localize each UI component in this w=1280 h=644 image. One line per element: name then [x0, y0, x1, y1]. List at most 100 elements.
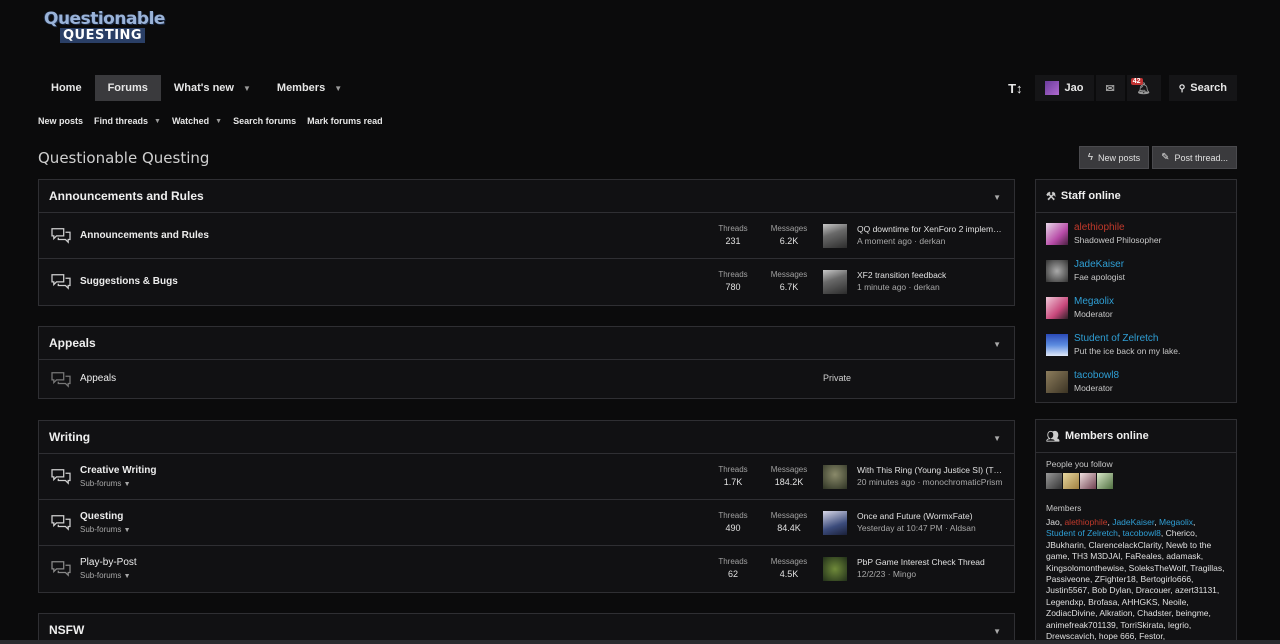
tab-forums[interactable]: Forums: [94, 75, 161, 101]
subforums-toggle[interactable]: Sub-forums ▼: [80, 525, 131, 534]
staff-name[interactable]: Megaolix: [1074, 296, 1114, 308]
forum-node[interactable]: Questing Sub-forums ▼ Threads 490 Message…: [39, 500, 1014, 546]
horizontal-scrollbar[interactable]: [0, 640, 1280, 644]
stat-label: Threads: [718, 557, 748, 566]
forum-title[interactable]: Announcements and Rules: [80, 230, 209, 241]
forum-node[interactable]: Play-by-Post Sub-forums ▼ Threads 62 Mess…: [39, 546, 1014, 592]
forum-title[interactable]: Suggestions & Bugs: [80, 276, 178, 287]
member-link[interactable]: tacobowl8: [1123, 528, 1161, 538]
collapse-icon[interactable]: ▼: [993, 627, 1001, 636]
chevron-down-icon[interactable]: ▼: [215, 118, 222, 125]
post-thread-button[interactable]: ✎ Post thread...: [1152, 146, 1237, 169]
category-header[interactable]: Writing ▼: [39, 421, 1014, 454]
alerts-button[interactable]: 🔔︎ 42: [1126, 75, 1161, 101]
collapse-icon[interactable]: ▼: [993, 193, 1001, 202]
avatar[interactable]: [823, 270, 847, 294]
stat-value: 6.7K: [779, 282, 799, 292]
member-links[interactable]: Cherico, JBukharin, ClarencelackClarity,…: [1046, 528, 1224, 644]
staff-name[interactable]: alethiophile: [1074, 222, 1161, 234]
avatar[interactable]: [1080, 473, 1096, 489]
tab-members[interactable]: Members ▼: [264, 75, 355, 101]
chevron-down-icon[interactable]: ▼: [243, 84, 251, 93]
subnav-new-posts[interactable]: New posts: [38, 116, 83, 126]
stat-value: 62: [727, 569, 738, 579]
forum-node[interactable]: Announcements and Rules Threads 231 Messa…: [39, 213, 1014, 259]
forum-title[interactable]: Play-by-Post: [80, 557, 137, 568]
forum-title[interactable]: Creative Writing: [80, 465, 157, 476]
subforums-toggle[interactable]: Sub-forums ▼: [80, 571, 131, 580]
avatar[interactable]: [823, 511, 847, 535]
category-header[interactable]: Appeals ▼: [39, 327, 1014, 360]
last-post-title[interactable]: PbP Game Interest Check Thread: [857, 557, 1005, 567]
thread-count: Threads 1.7K: [712, 464, 754, 489]
last-post-meta: 12/2/23 · Mingo: [857, 569, 917, 579]
inbox-button[interactable]: ✉: [1095, 75, 1125, 101]
text-size-toggle[interactable]: T↕: [998, 75, 1032, 101]
chevron-down-icon[interactable]: ▼: [334, 84, 342, 93]
stat-value: 490: [725, 523, 741, 533]
avatar[interactable]: [1046, 222, 1068, 245]
staff-member[interactable]: tacobowl8 Moderator: [1046, 363, 1226, 400]
member-link[interactable]: Megaolix: [1159, 517, 1193, 527]
username: Jao: [1064, 82, 1084, 94]
avatar[interactable]: [1046, 296, 1068, 319]
button-label: New posts: [1098, 152, 1141, 163]
forum-node[interactable]: Creative Writing Sub-forums ▼ Threads 1.7…: [39, 454, 1014, 500]
members-label: Members: [1046, 503, 1082, 513]
avatar[interactable]: [823, 224, 847, 248]
staff-member[interactable]: alethiophile Shadowed Philosopher: [1046, 215, 1226, 252]
staff-name[interactable]: JadeKaiser: [1074, 259, 1125, 271]
last-post-title[interactable]: XF2 transition feedback: [857, 270, 1005, 280]
forum-title[interactable]: Questing: [80, 511, 123, 522]
avatar[interactable]: [1046, 333, 1068, 356]
chat-bubbles-icon: [50, 226, 71, 244]
new-posts-button[interactable]: ϟ New posts: [1078, 146, 1150, 169]
avatar[interactable]: [1046, 370, 1068, 393]
forum-node[interactable]: Suggestions & Bugs Threads 780 Messages 6.…: [39, 259, 1014, 305]
staff-name[interactable]: Student of Zelretch: [1074, 333, 1180, 345]
subnav-label: Watched: [171, 116, 210, 126]
forum-title[interactable]: Appeals: [80, 373, 116, 384]
staff-member[interactable]: Megaolix Moderator: [1046, 289, 1226, 326]
last-post-title[interactable]: With This Ring (Young Justice SI) (Thre.…: [857, 465, 1005, 475]
member-link[interactable]: JadeKaiser: [1112, 517, 1154, 527]
staff-member[interactable]: JadeKaiser Fae apologist: [1046, 252, 1226, 289]
subnav-watched[interactable]: Watched ▼: [172, 116, 222, 126]
avatar[interactable]: [823, 557, 847, 581]
people-you-follow-label: People you follow: [1046, 459, 1113, 469]
widget-title: Members online: [1064, 430, 1149, 442]
staff-name[interactable]: tacobowl8: [1074, 370, 1119, 382]
members-online-widget: 👥︎ Members online People you follow Membe…: [1035, 419, 1237, 644]
last-post-title[interactable]: QQ downtime for XenForo 2 implemen...: [857, 224, 1005, 234]
site-logo[interactable]: Questionable QUESTING: [44, 10, 165, 46]
subnav-mark-read[interactable]: Mark forums read: [307, 116, 383, 126]
subnav-search-forums[interactable]: Search forums: [233, 116, 296, 126]
account-menu[interactable]: Jao: [1034, 75, 1094, 101]
staff-member[interactable]: Student of Zelretch Put the ice back on m…: [1046, 326, 1226, 363]
avatar[interactable]: [1097, 473, 1113, 489]
category-header[interactable]: Announcements and Rules ▼: [39, 180, 1014, 213]
member-link[interactable]: alethiophile: [1064, 517, 1107, 527]
avatar[interactable]: [823, 465, 847, 489]
stat-value: 184.2K: [774, 477, 804, 487]
tab-home[interactable]: Home: [38, 75, 95, 101]
forum-node[interactable]: Appeals Private: [39, 360, 1014, 398]
thread-count: Threads 231: [712, 223, 754, 248]
member-link[interactable]: Jao: [1046, 517, 1060, 527]
stat-value: 780: [725, 282, 741, 292]
subnav-label: Find threads: [94, 116, 149, 126]
member-link[interactable]: Student of Zelretch: [1046, 528, 1118, 538]
subforums-toggle[interactable]: Sub-forums ▼: [80, 479, 131, 488]
chevron-down-icon[interactable]: ▼: [154, 118, 161, 125]
stat-label: Threads: [718, 270, 748, 279]
stat-value: 1.7K: [723, 477, 743, 487]
avatar[interactable]: [1046, 473, 1062, 489]
collapse-icon[interactable]: ▼: [993, 434, 1001, 443]
avatar[interactable]: [1063, 473, 1079, 489]
collapse-icon[interactable]: ▼: [993, 340, 1001, 349]
search-button[interactable]: ⚲ Search: [1168, 75, 1237, 101]
last-post-title[interactable]: Once and Future (WormxFate): [857, 511, 1005, 521]
subnav-find-threads[interactable]: Find threads ▼: [94, 116, 161, 126]
avatar[interactable]: [1046, 259, 1068, 282]
tab-whats-new[interactable]: What's new ▼: [161, 75, 264, 101]
